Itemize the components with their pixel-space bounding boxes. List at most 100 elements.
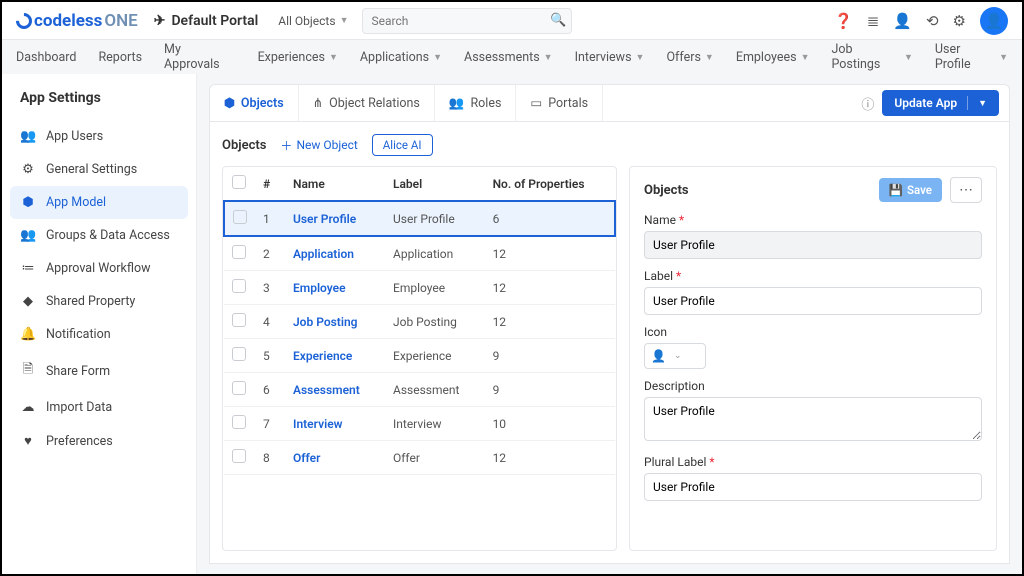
- plural-label-field[interactable]: [644, 473, 982, 501]
- caret-down-icon: ▼: [329, 52, 338, 63]
- nav-assessments[interactable]: Assessments▼: [464, 50, 553, 65]
- stack-icon[interactable]: ≣: [867, 12, 880, 30]
- table-row[interactable]: 7InterviewInterview10: [224, 407, 615, 441]
- sidebar-item-label: App Users: [46, 129, 103, 144]
- caret-down-icon: ▼: [705, 52, 714, 63]
- sidebar-item-import-data[interactable]: ☁ Import Data: [2, 391, 196, 424]
- table-row[interactable]: 2ApplicationApplication12: [224, 236, 615, 271]
- row-checkbox[interactable]: [232, 449, 246, 463]
- row-checkbox[interactable]: [232, 381, 246, 395]
- nav-reports[interactable]: Reports: [98, 50, 142, 65]
- nav-experiences[interactable]: Experiences▼: [258, 50, 338, 65]
- sidebar-item-label: Preferences: [46, 434, 113, 449]
- row-checkbox[interactable]: [232, 415, 246, 429]
- row-name-link[interactable]: Employee: [285, 271, 385, 305]
- row-label: Employee: [385, 271, 485, 305]
- main: ⬢Objects⋔Object Relations👥Roles▭Portals …: [197, 74, 1022, 574]
- row-name-link[interactable]: Application: [285, 236, 385, 271]
- caret-down-icon: ▼: [978, 98, 987, 109]
- row-name-link[interactable]: Experience: [285, 339, 385, 373]
- filter-label: All Objects: [278, 14, 335, 28]
- tab-roles[interactable]: 👥Roles: [435, 85, 517, 121]
- row-checkbox[interactable]: [232, 245, 246, 259]
- nav-job-postings[interactable]: Job Postings▼: [831, 42, 912, 72]
- new-object-button[interactable]: ＋New Object: [280, 137, 357, 154]
- caret-down-icon: ▼: [433, 52, 442, 63]
- sidebar-icon: ☁: [20, 400, 36, 415]
- row-name-link[interactable]: Job Posting: [285, 305, 385, 339]
- sidebar-icon: 🔔: [20, 327, 36, 342]
- nav-dashboard[interactable]: Dashboard: [16, 50, 76, 65]
- nav-interviews[interactable]: Interviews▼: [575, 50, 645, 65]
- sidebar-icon: ♥: [20, 433, 36, 449]
- object-filter[interactable]: All Objects ▼: [278, 14, 348, 28]
- table-row[interactable]: 4Job PostingJob Posting12: [224, 305, 615, 339]
- col-num: #: [255, 167, 285, 201]
- icon-selector[interactable]: 👤⌄: [644, 343, 706, 369]
- sidebar-item-approval-workflow[interactable]: ≔Approval Workflow: [2, 252, 196, 285]
- row-label: Experience: [385, 339, 485, 373]
- tab-portals[interactable]: ▭Portals: [516, 85, 603, 121]
- help-icon[interactable]: ❓: [834, 12, 853, 30]
- row-checkbox[interactable]: [232, 347, 246, 361]
- search-input[interactable]: [362, 8, 572, 34]
- row-checkbox[interactable]: [233, 210, 247, 224]
- sidebar-item-share-form[interactable]: 🗎Share Form: [2, 351, 196, 391]
- name-field[interactable]: [644, 231, 982, 259]
- row-num: 3: [255, 271, 285, 305]
- portal-selector[interactable]: ✈ Default Portal: [154, 13, 259, 29]
- sidebar-item-shared-property[interactable]: ◆Shared Property: [2, 285, 196, 318]
- row-name-link[interactable]: User Profile: [285, 201, 385, 236]
- nav-offers[interactable]: Offers▼: [666, 50, 713, 65]
- sidebar-item-app-users[interactable]: 👥App Users: [2, 120, 196, 153]
- user-add-icon[interactable]: 👤: [893, 12, 912, 30]
- nav-my-approvals[interactable]: My Approvals: [164, 42, 236, 72]
- description-field[interactable]: [644, 397, 982, 441]
- label-field[interactable]: [644, 287, 982, 315]
- sidebar-icon: ≔: [20, 261, 36, 276]
- info-icon[interactable]: ⓘ: [861, 94, 874, 113]
- avatar[interactable]: 👤: [980, 7, 1008, 35]
- row-label: User Profile: [385, 201, 485, 236]
- sidebar-item-general-settings[interactable]: ⚙General Settings: [2, 153, 196, 186]
- sidebar-icon: 🗎: [20, 360, 36, 382]
- tab-object-relations[interactable]: ⋔Object Relations: [299, 85, 435, 121]
- sidebar-item-preferences[interactable]: ♥ Preferences: [2, 424, 196, 458]
- more-button[interactable]: ⋯: [950, 177, 982, 203]
- table-row[interactable]: 1User ProfileUser Profile6: [224, 201, 615, 236]
- alice-ai-button[interactable]: Alice AI: [372, 134, 433, 156]
- sidebar-icon: ◆: [20, 294, 36, 309]
- table-row[interactable]: 8OfferOffer12: [224, 441, 615, 475]
- row-props: 12: [485, 305, 615, 339]
- row-name-link[interactable]: Offer: [285, 441, 385, 475]
- row-checkbox[interactable]: [232, 279, 246, 293]
- row-name-link[interactable]: Assessment: [285, 373, 385, 407]
- row-num: 6: [255, 373, 285, 407]
- update-app-button[interactable]: Update App ▼: [882, 90, 999, 116]
- row-name-link[interactable]: Interview: [285, 407, 385, 441]
- sidebar-item-app-model[interactable]: ⬢App Model: [10, 186, 188, 219]
- table-row[interactable]: 5ExperienceExperience9: [224, 339, 615, 373]
- row-checkbox[interactable]: [232, 313, 246, 327]
- nav-applications[interactable]: Applications▼: [360, 50, 442, 65]
- tab-objects[interactable]: ⬢Objects: [210, 85, 299, 121]
- sidebar-item-groups-data-access[interactable]: 👥Groups & Data Access: [2, 219, 196, 252]
- save-button[interactable]: 💾Save: [879, 178, 942, 202]
- nav-user-profile[interactable]: User Profile▼: [935, 42, 1008, 72]
- history-icon[interactable]: ⟲: [926, 12, 939, 30]
- nav-employees[interactable]: Employees▼: [736, 50, 810, 65]
- search-icon: 🔍: [550, 13, 566, 28]
- sidebar-icon: ⬢: [20, 195, 36, 210]
- table-row[interactable]: 6AssessmentAssessment9: [224, 373, 615, 407]
- sidebar-item-notification[interactable]: 🔔Notification: [2, 318, 196, 351]
- portal-name: Default Portal: [171, 13, 258, 29]
- checkbox-all[interactable]: [232, 175, 246, 189]
- sidebar-item-label: Import Data: [46, 400, 112, 415]
- row-props: 10: [485, 407, 615, 441]
- brand-text-one: ONE: [104, 11, 137, 31]
- gear-icon[interactable]: ⚙: [953, 12, 966, 30]
- table-row[interactable]: 3EmployeeEmployee12: [224, 271, 615, 305]
- tab-icon: 👥: [449, 96, 465, 111]
- topbar: codelessONE ✈ Default Portal All Objects…: [2, 2, 1022, 40]
- field-label-name: Name: [644, 213, 982, 227]
